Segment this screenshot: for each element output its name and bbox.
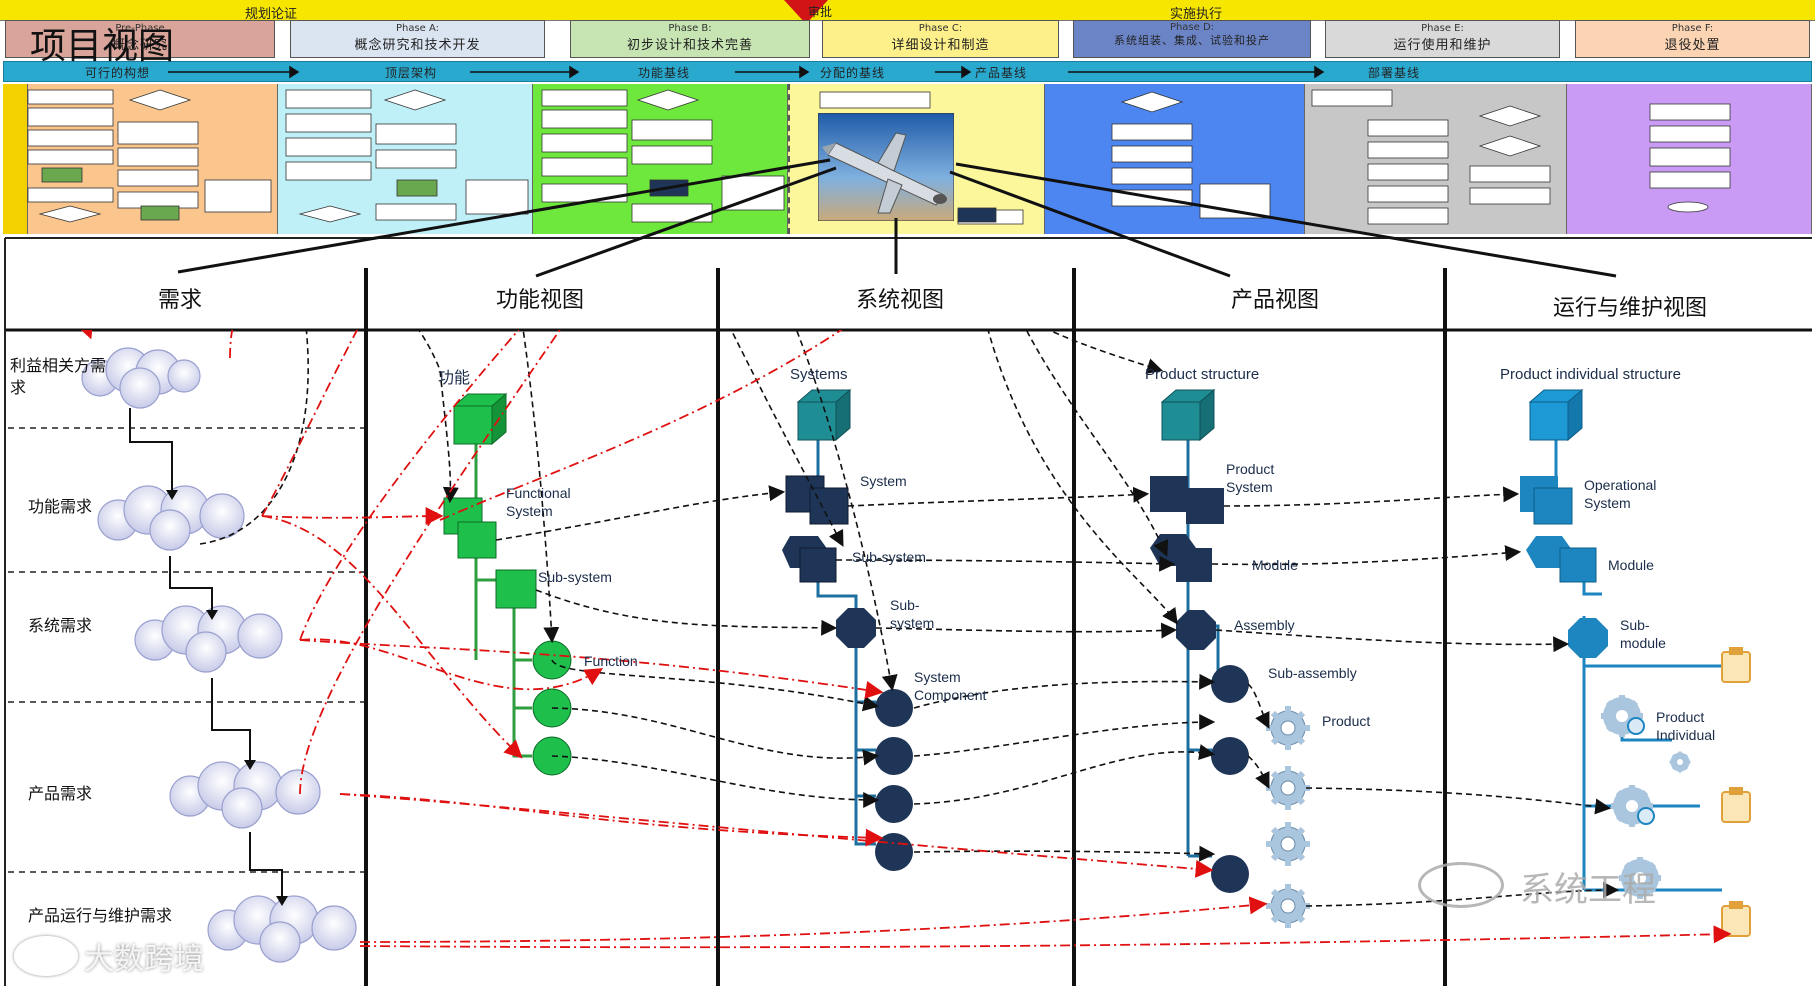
- prod-system-label: Product System: [1226, 461, 1275, 495]
- column-ops-view: 运行与维护视图: [1552, 296, 1707, 321]
- prod-subassembly-node-1: [1211, 665, 1249, 703]
- watermark-right-logo: [1418, 862, 1504, 908]
- ops-gear-small: [1669, 751, 1691, 773]
- ops-clock-1: [1627, 717, 1645, 735]
- column-product-view: 产品视图: [1230, 288, 1319, 313]
- prod-root-cube: [1160, 388, 1216, 442]
- ops-system-label: Operational System: [1584, 477, 1657, 511]
- prod-title: Product structure: [1145, 366, 1260, 383]
- sys-subsystem2-label: Sub-system: [890, 597, 935, 631]
- func-function-label: Function: [584, 653, 638, 669]
- sys-subsystem-node-2: [799, 547, 837, 583]
- column-requirements: 需求: [157, 288, 202, 313]
- column-system-view: 系统视图: [855, 288, 944, 313]
- prod-subassembly-label: Sub-assembly: [1268, 665, 1357, 681]
- prod-system-node-2: [1186, 488, 1224, 524]
- sys-subsystem-label: Sub-system: [852, 549, 926, 565]
- prod-assembly-node: [1176, 610, 1216, 650]
- func-title: 功能: [438, 370, 471, 387]
- sys-component-node-3: [875, 785, 913, 823]
- sys-system-label: System: [860, 473, 907, 489]
- ops-clipboards: [1721, 647, 1751, 937]
- ops-module-label: Module: [1608, 557, 1654, 573]
- ops-root-cube: [1528, 388, 1584, 442]
- sys-component-node-2: [875, 737, 913, 775]
- sys-component-node-4: [875, 833, 913, 871]
- prod-gear-3: [1266, 822, 1310, 866]
- column-functional-view: 功能视图: [495, 288, 584, 313]
- prod-gear-1: [1266, 706, 1310, 750]
- ops-module-node-2: [1559, 547, 1597, 583]
- page-title: 项目视图: [30, 26, 175, 67]
- ops-title: Product individual structure: [1500, 366, 1681, 383]
- func-system-node-2: [457, 521, 497, 559]
- prod-subassembly-node-3: [1211, 855, 1249, 893]
- watermark-left-logo: [14, 936, 78, 976]
- ops-system-node-2: [1533, 487, 1573, 525]
- func-subsystem-node: [495, 569, 537, 609]
- prod-module-node-2: [1176, 548, 1212, 582]
- sys-root-cube: [796, 388, 852, 442]
- prod-gear-4: [1266, 884, 1310, 928]
- watermark-right: 系统工程: [1520, 870, 1656, 910]
- prod-gear-2: [1266, 766, 1310, 810]
- ops-submodule-label: Sub-module: [1620, 617, 1666, 651]
- sys-subsystem2-node: [836, 608, 876, 648]
- ops-clock-2: [1637, 807, 1655, 825]
- prod-module-label: Module: [1252, 557, 1298, 573]
- prod-system-node-1: [1150, 476, 1188, 512]
- sys-component-label: System Component: [914, 669, 987, 703]
- sys-component-node-1: [875, 689, 913, 727]
- prod-assembly-label: Assembly: [1234, 617, 1295, 633]
- watermark-left: 大数跨境: [84, 942, 204, 977]
- ops-submodule-node: [1568, 618, 1608, 658]
- sys-title: Systems: [790, 366, 848, 383]
- func-subsystem-label: Sub-system: [538, 569, 612, 585]
- ops-individual-label: Product Individual: [1656, 709, 1716, 743]
- func-system-label: Functional System: [506, 485, 571, 519]
- prod-subassembly-node-2: [1211, 737, 1249, 775]
- prod-product-label: Product: [1322, 713, 1371, 729]
